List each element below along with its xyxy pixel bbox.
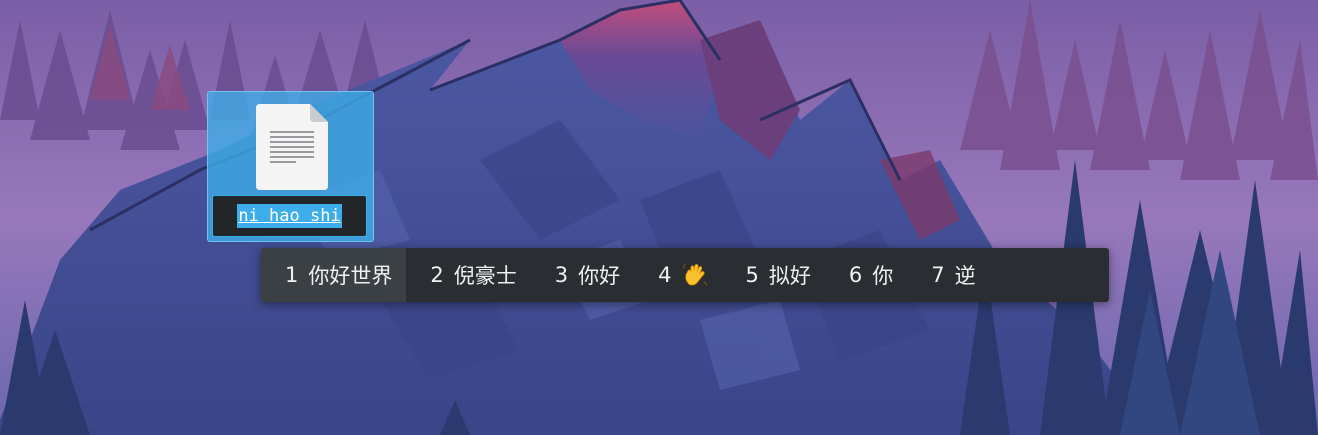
ime-candidate-5[interactable]: 5 拟好 — [722, 248, 825, 302]
candidate-text: 倪豪士 — [453, 264, 517, 288]
candidate-number: 7 — [931, 263, 945, 287]
ime-candidate-1[interactable]: 1 你好世界 — [261, 248, 407, 302]
candidate-number: 1 — [285, 263, 299, 287]
candidate-number: 6 — [848, 263, 863, 287]
ime-candidate-popup: 1 你好世界 2 倪豪士 3 你好 4 5 拟好 6 你 7 逆 — [261, 248, 1109, 302]
candidate-text: 拟好 — [768, 264, 811, 288]
candidate-text: 你好世界 — [308, 264, 393, 288]
candidate-number: 3 — [554, 263, 569, 287]
text-file-icon — [256, 104, 328, 190]
rename-input[interactable]: ni hao shi — [212, 195, 367, 237]
ime-candidate-7[interactable]: 7 逆 — [907, 248, 989, 302]
desktop[interactable]: ni hao shi 1 你好世界 2 倪豪士 3 你好 4 5 拟好 6 你 … — [0, 0, 1318, 435]
ime-candidate-4[interactable]: 4 — [634, 248, 721, 302]
rename-input-value[interactable]: ni hao shi — [237, 204, 342, 228]
ime-candidate-6[interactable]: 6 你 — [825, 248, 907, 302]
candidate-text: 你 — [872, 264, 894, 288]
ime-candidate-3[interactable]: 3 你好 — [531, 248, 634, 302]
candidate-number: 5 — [745, 263, 759, 287]
candidate-text: 逆 — [954, 264, 976, 288]
wallpaper-mountain-illustration — [0, 0, 1318, 435]
desktop-file-icon[interactable]: ni hao shi — [207, 91, 374, 242]
waving-hand-icon — [682, 264, 707, 286]
candidate-number: 4 — [658, 263, 672, 287]
candidate-text: 你好 — [578, 264, 621, 288]
candidate-number: 2 — [430, 263, 444, 287]
ime-candidate-2[interactable]: 2 倪豪士 — [406, 248, 530, 302]
